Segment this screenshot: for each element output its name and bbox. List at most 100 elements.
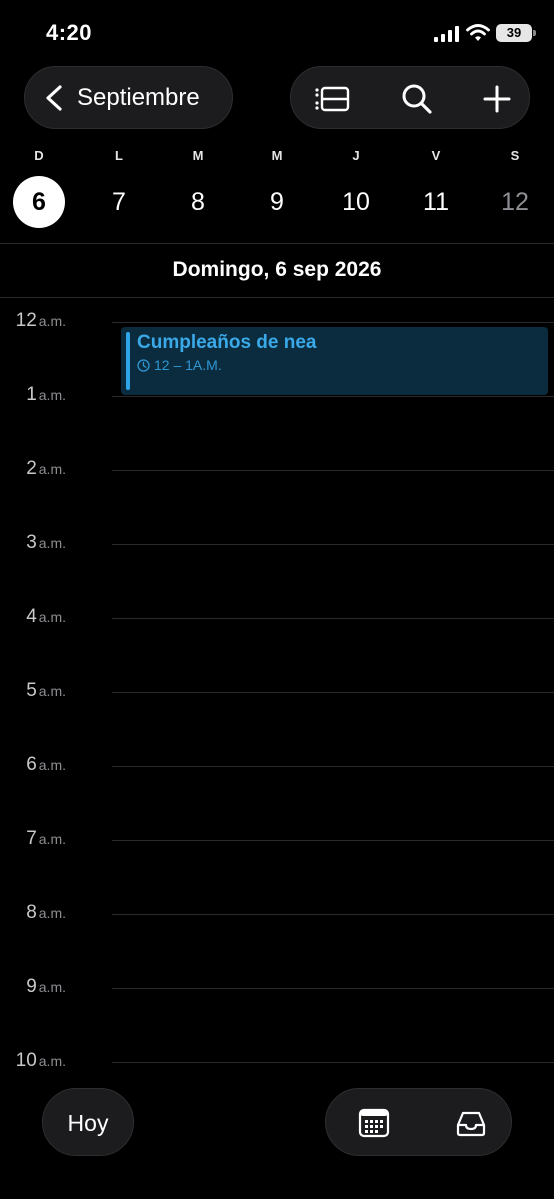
hour-row: 9 a.m. <box>0 976 554 1000</box>
hour-number: 6 <box>26 754 37 775</box>
day-column: D 6 <box>9 148 69 228</box>
day-letter: S <box>510 148 520 163</box>
hour-line <box>112 396 554 397</box>
hour-ampm: a.m. <box>38 979 66 995</box>
back-button[interactable]: Septiembre <box>24 66 233 129</box>
hour-row: 4 a.m. <box>0 606 554 630</box>
hour-row: 10 a.m. <box>0 1050 554 1074</box>
event-time: 12 – 1A.M. <box>137 357 222 373</box>
hour-label: 5 a.m. <box>26 680 66 702</box>
day-number[interactable]: 12 <box>489 176 541 228</box>
hour-label: 10 a.m. <box>16 1050 66 1072</box>
hour-label: 4 a.m. <box>26 606 66 628</box>
hour-label: 8 a.m. <box>26 902 66 924</box>
day-number[interactable]: 9 <box>251 176 303 228</box>
status-time: 4:20 <box>46 20 93 45</box>
hour-row: 5 a.m. <box>0 680 554 704</box>
hour-row: 8 a.m. <box>0 902 554 926</box>
cellular-signal-icon <box>434 26 459 42</box>
day-column: J 10 <box>326 148 386 228</box>
back-button-label: Septiembre <box>77 83 200 111</box>
day-number-selected[interactable]: 6 <box>13 176 65 228</box>
hour-line <box>112 840 554 841</box>
event-block[interactable]: Cumpleaños de nea 12 – 1A.M. <box>121 327 548 395</box>
day-letter: V <box>431 148 441 163</box>
hour-ampm: a.m. <box>38 313 66 329</box>
event-time-text: 12 – 1A.M. <box>154 357 222 373</box>
hour-ampm: a.m. <box>38 757 66 773</box>
hour-number: 5 <box>26 680 37 701</box>
hour-row: 3 a.m. <box>0 532 554 556</box>
hour-label: 3 a.m. <box>26 532 66 554</box>
list-view-icon <box>315 86 350 111</box>
day-letter: L <box>115 148 123 163</box>
day-number[interactable]: 7 <box>93 176 145 228</box>
plus-icon <box>483 85 511 112</box>
day-column: V 11 <box>406 148 466 228</box>
hour-row: 7 a.m. <box>0 828 554 852</box>
day-letter: M <box>271 148 283 163</box>
hour-number: 9 <box>26 976 37 997</box>
hour-row: 2 a.m. <box>0 458 554 482</box>
hour-number: 3 <box>26 532 37 553</box>
hour-number: 12 <box>15 310 37 331</box>
hour-label: 12 a.m. <box>16 310 66 332</box>
list-view-button[interactable] <box>297 67 369 130</box>
hour-line <box>112 322 554 323</box>
event-color-bar <box>126 332 130 390</box>
hour-number: 1 <box>26 384 37 405</box>
top-actions <box>290 66 530 129</box>
hour-label: 9 a.m. <box>26 976 66 998</box>
hour-number: 2 <box>26 458 37 479</box>
event-title: Cumpleaños de nea <box>137 332 317 353</box>
hour-label: 1 a.m. <box>26 384 66 406</box>
hour-line <box>112 544 554 545</box>
day-column: L 7 <box>89 148 149 228</box>
hour-number: 4 <box>26 606 37 627</box>
hour-number: 7 <box>26 828 37 849</box>
day-number[interactable]: 10 <box>330 176 382 228</box>
bottom-actions <box>325 1088 512 1156</box>
hour-row: 6 a.m. <box>0 754 554 778</box>
battery-cap <box>533 30 536 36</box>
hour-ampm: a.m. <box>38 609 66 625</box>
hour-line <box>112 988 554 989</box>
hour-label: 2 a.m. <box>26 458 66 480</box>
hour-line <box>112 470 554 471</box>
search-button[interactable] <box>381 67 453 130</box>
calendar-grid-icon <box>358 1108 390 1138</box>
calendar-view-button[interactable] <box>334 1089 414 1157</box>
clock-icon <box>137 358 150 372</box>
hour-label: 6 a.m. <box>26 754 66 776</box>
day-column: S 12 <box>485 148 545 228</box>
wifi-icon <box>466 24 490 41</box>
day-column: M 8 <box>168 148 228 228</box>
hour-ampm: a.m. <box>38 683 66 699</box>
date-title: Domingo, 6 sep 2026 <box>172 258 382 281</box>
today-button[interactable]: Hoy <box>42 1088 134 1156</box>
hour-ampm: a.m. <box>38 1053 66 1069</box>
hour-ampm: a.m. <box>38 461 66 477</box>
hour-number: 10 <box>15 1050 37 1071</box>
search-icon <box>402 84 432 114</box>
inbox-icon <box>456 1111 486 1137</box>
hour-line <box>112 914 554 915</box>
hour-label: 7 a.m. <box>26 828 66 850</box>
day-number[interactable]: 11 <box>410 176 462 228</box>
hour-ampm: a.m. <box>38 535 66 551</box>
day-column: M 9 <box>247 148 307 228</box>
day-letter: D <box>34 148 44 163</box>
battery-indicator: 39 <box>496 24 532 42</box>
hour-ampm: a.m. <box>38 905 66 921</box>
add-event-button[interactable] <box>461 67 533 130</box>
chevron-left-icon <box>46 84 62 111</box>
day-letter: J <box>352 148 360 163</box>
status-bar: 4:20 39 <box>0 0 554 60</box>
hour-line <box>112 692 554 693</box>
inbox-button[interactable] <box>431 1089 511 1157</box>
day-number[interactable]: 8 <box>172 176 224 228</box>
hour-number: 8 <box>26 902 37 923</box>
hour-ampm: a.m. <box>38 831 66 847</box>
hour-line <box>112 1062 554 1063</box>
hour-ampm: a.m. <box>38 387 66 403</box>
